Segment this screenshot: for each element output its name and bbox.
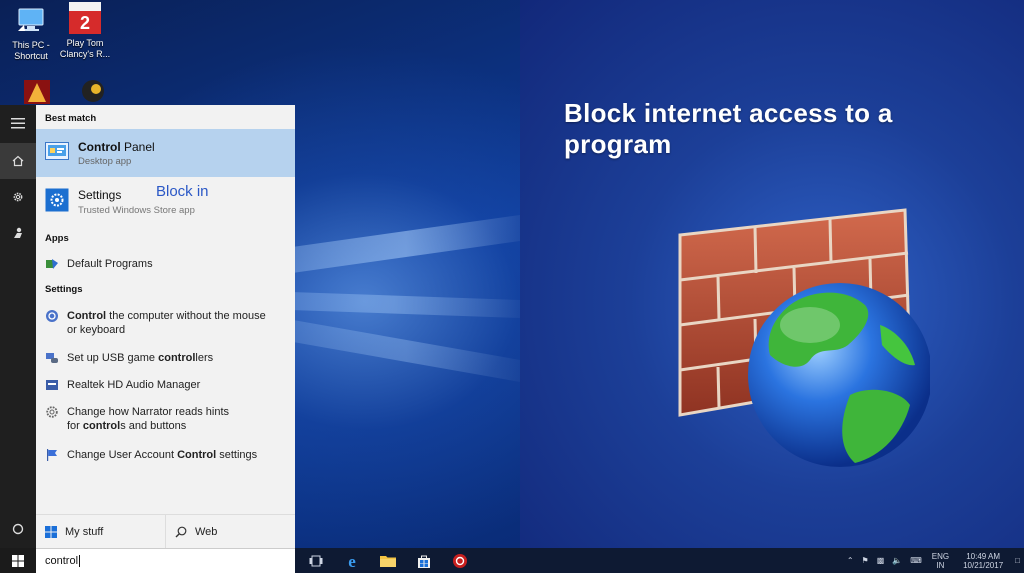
flag-icon[interactable]: ⚑ [862, 556, 869, 565]
firewall-globe-icon [678, 208, 930, 467]
desktop-icon-this-pc[interactable]: This PC - Shortcut [0, 4, 62, 62]
feedback-button[interactable] [0, 215, 36, 251]
section-header-settings: Settings [45, 284, 83, 295]
keyboard-icon[interactable]: ⌨ [910, 556, 922, 565]
this-pc-icon [15, 4, 47, 36]
file-explorer-button[interactable] [370, 548, 406, 573]
pinned-app-button[interactable] [442, 548, 478, 573]
svg-text:e: e [348, 553, 356, 569]
system-tray: ⌃ ⚑ ▩ 🔈 ⌨ ENG IN 10:49 AM 10/21/2017 □ [843, 548, 1024, 573]
section-header-apps: Apps [45, 233, 69, 244]
flag-icon [47, 449, 57, 461]
article-banner: Block internet access to a program [520, 0, 1024, 548]
hamburger-menu-button[interactable] [0, 105, 36, 141]
settings-rail-button[interactable] [0, 179, 36, 215]
result-subtitle: Trusted Windows Store app [78, 205, 195, 216]
windows-logo-icon [45, 525, 57, 538]
game-shortcut-icon: 2 [69, 2, 101, 34]
taskbar: control e ⌃ ⚑ ▩ 🔈 ⌨ ENG IN 10:49 AM 10/2… [0, 548, 1024, 573]
text-caret [79, 555, 81, 567]
edge-browser-icon: e [348, 553, 356, 569]
app-circle-icon [453, 553, 467, 568]
desktop-icon-rainbow-six[interactable]: 2 Play Tom Clancy's R... [54, 2, 116, 60]
gear-icon [13, 192, 23, 202]
folder-icon [380, 556, 396, 567]
result-title: Control Panel [78, 140, 155, 154]
tab-web[interactable]: Web [165, 515, 295, 548]
settings-app-icon [45, 188, 69, 212]
clock[interactable]: 10:49 AM 10/21/2017 [963, 552, 1003, 570]
search-icon [175, 526, 187, 537]
windows-logo-icon [12, 554, 24, 567]
desktop-icon-app[interactable] [62, 78, 124, 108]
cortana-button[interactable] [0, 511, 36, 547]
store-button[interactable] [406, 548, 442, 573]
overlay-caption: Block in [156, 183, 209, 200]
desktop-icon-label: Clancy's R... [59, 49, 111, 59]
person-feedback-icon [14, 227, 22, 238]
desktop-icon-label: This PC - [12, 40, 50, 50]
volume-icon[interactable]: 🔈 [892, 556, 902, 565]
svg-text:2: 2 [80, 13, 90, 33]
search-scope-tabs: My stuff Web [36, 514, 295, 548]
edge-button[interactable]: e [334, 548, 370, 573]
section-header-best-match: Best match [45, 113, 97, 124]
hamburger-icon [11, 118, 25, 129]
home-button[interactable] [0, 143, 36, 179]
task-view-icon [309, 555, 323, 566]
cortana-icon [12, 523, 24, 535]
notification-icon[interactable]: □ [1015, 556, 1020, 565]
desktop-icon-label: Shortcut [14, 51, 48, 61]
desktop-icon-label: Play Tom [66, 38, 104, 48]
result-default-programs[interactable]: Default Programs [36, 257, 295, 271]
home-icon [12, 155, 24, 167]
default-programs-icon [46, 259, 58, 269]
banner-title: Block internet access to a program [564, 98, 893, 159]
chevron-up-icon[interactable]: ⌃ [847, 556, 854, 565]
audio-manager-icon [46, 380, 58, 390]
network-icon[interactable]: ▩ [877, 556, 885, 565]
store-bag-icon [418, 555, 430, 568]
task-view-button[interactable] [298, 548, 334, 573]
result-subtitle: Desktop app [78, 156, 132, 167]
start-button[interactable] [0, 548, 36, 573]
result-realtek-audio[interactable]: Realtek HD Audio Manager [36, 378, 295, 392]
game-controller-icon [46, 353, 58, 363]
taskbar-search-input[interactable]: control [36, 548, 295, 573]
ease-of-access-icon [46, 310, 58, 322]
desktop-icon-app[interactable] [6, 80, 68, 108]
search-results-panel: Best match Control Panel Desktop app Set… [36, 105, 295, 548]
result-control-panel[interactable]: Control Panel Desktop app [36, 129, 295, 177]
app-icon [24, 80, 50, 104]
start-menu-rail [0, 105, 36, 548]
result-control-without-mouse[interactable]: Control the computer without the mouse or… [36, 309, 295, 337]
language-indicator[interactable]: ENG IN [932, 552, 949, 570]
result-user-account-control[interactable]: Change User Account Control settings [36, 448, 295, 462]
tab-my-stuff[interactable]: My stuff [36, 515, 165, 548]
app-icon [80, 78, 106, 104]
result-narrator-hints[interactable]: Change how Narrator reads hints for contr… [36, 405, 295, 433]
result-title: Settings [78, 188, 122, 202]
result-usb-game-controllers[interactable]: Set up USB game controllers [36, 351, 295, 365]
gear-icon [46, 406, 58, 418]
control-panel-icon [45, 142, 69, 160]
